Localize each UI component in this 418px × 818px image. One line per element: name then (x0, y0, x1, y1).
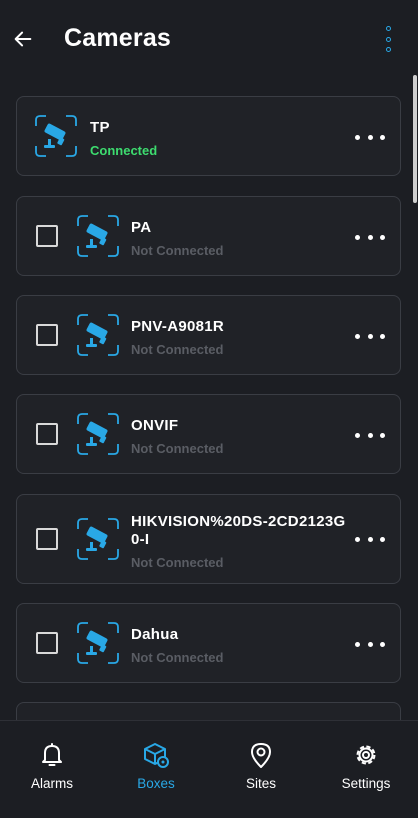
camera-card[interactable]: PNV-A9081R Not Connected (16, 295, 401, 375)
nav-label: Alarms (30, 776, 73, 791)
camera-status: Not Connected (131, 650, 224, 665)
gear-icon (356, 745, 376, 765)
camera-checkbox[interactable] (36, 632, 58, 654)
camera-name: PNV-A9081R (131, 318, 225, 335)
app-header: Cameras (0, 0, 418, 80)
camera-card[interactable]: PA Not Connected (16, 196, 401, 276)
camera-status: Not Connected (131, 555, 224, 570)
camera-name: TP (90, 119, 110, 136)
camera-status: Not Connected (131, 342, 224, 357)
camera-status: Not Connected (131, 243, 224, 258)
arrow-left-icon (14, 31, 32, 47)
nav-label: Boxes (137, 776, 175, 791)
camera-card[interactable]: Dahua Not Connected (16, 603, 401, 683)
camera-name-continued: 0-I (131, 531, 150, 548)
camera-icon (77, 215, 119, 257)
camera-checkbox[interactable] (36, 225, 58, 247)
camera-status: Not Connected (131, 441, 224, 456)
camera-icon (77, 622, 119, 664)
nav-settings[interactable]: Settings (314, 721, 418, 818)
more-options-icon[interactable] (355, 227, 385, 247)
more-options-icon[interactable] (355, 529, 385, 549)
nav-label: Settings (341, 776, 391, 791)
camera-status: Connected (90, 143, 158, 158)
map-pin-icon (251, 743, 271, 768)
camera-checkbox[interactable] (36, 528, 58, 550)
nav-label: Sites (245, 776, 276, 791)
camera-card[interactable]: ONVIF Not Connected (16, 394, 401, 474)
camera-name: ONVIF (131, 417, 179, 434)
camera-checkbox[interactable] (36, 324, 58, 346)
camera-icon (77, 518, 119, 560)
nav-sites[interactable]: Sites (209, 721, 313, 818)
back-button[interactable] (10, 26, 36, 52)
more-vertical-icon[interactable] (378, 24, 398, 54)
camera-icon (35, 115, 77, 157)
more-options-icon[interactable] (355, 425, 385, 445)
nav-alarms[interactable]: Alarms (0, 721, 104, 818)
camera-card[interactable]: HIKVISION%20DS-2CD2123G 0-I Not Connecte… (16, 494, 401, 584)
nav-boxes[interactable]: Boxes (104, 721, 208, 818)
scrollbar[interactable] (413, 75, 417, 203)
bottom-navigation: Alarms Boxes Sites Settings (0, 720, 418, 818)
page-title: Cameras (64, 24, 172, 52)
bell-icon (42, 743, 62, 766)
camera-checkbox[interactable] (36, 423, 58, 445)
camera-name: PA (131, 219, 152, 236)
camera-name: Dahua (131, 626, 179, 643)
camera-name: HIKVISION%20DS-2CD2123G (131, 513, 346, 530)
more-options-icon[interactable] (355, 634, 385, 654)
more-options-icon[interactable] (355, 127, 385, 147)
box-icon (144, 743, 169, 768)
camera-icon (77, 413, 119, 455)
camera-icon (77, 314, 119, 356)
more-options-icon[interactable] (355, 326, 385, 346)
camera-card[interactable]: TP Connected (16, 96, 401, 176)
